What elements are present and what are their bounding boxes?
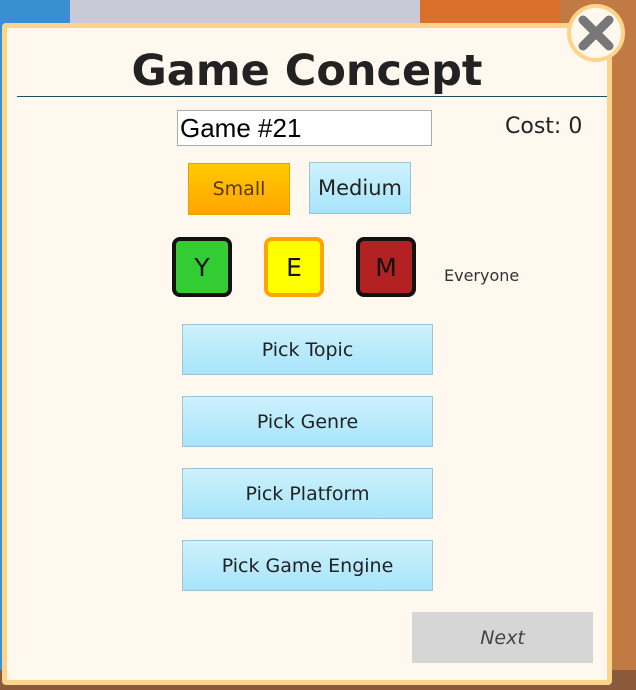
title-divider [17, 96, 607, 97]
pick-game-engine-button[interactable]: Pick Game Engine [182, 540, 433, 591]
next-button[interactable]: Next [412, 612, 593, 663]
pick-genre-button[interactable]: Pick Genre [182, 396, 433, 447]
dialog-title: Game Concept [131, 46, 483, 96]
game-concept-dialog: Game Concept Cost: 0 Small Medium Y E M … [2, 23, 612, 685]
close-x-icon [578, 15, 614, 51]
pick-platform-button[interactable]: Pick Platform [182, 468, 433, 519]
cost-label: Cost: 0 [505, 114, 583, 139]
rating-young-button[interactable]: Y [172, 237, 232, 297]
rating-everyone-button[interactable]: E [264, 237, 324, 297]
size-medium-button[interactable]: Medium [309, 162, 411, 214]
close-button[interactable] [567, 4, 625, 62]
rating-mature-button[interactable]: M [356, 237, 416, 297]
rating-description: Everyone [444, 266, 520, 285]
game-name-input[interactable] [177, 110, 432, 146]
size-small-button[interactable]: Small [188, 163, 290, 215]
pick-topic-button[interactable]: Pick Topic [182, 324, 433, 375]
